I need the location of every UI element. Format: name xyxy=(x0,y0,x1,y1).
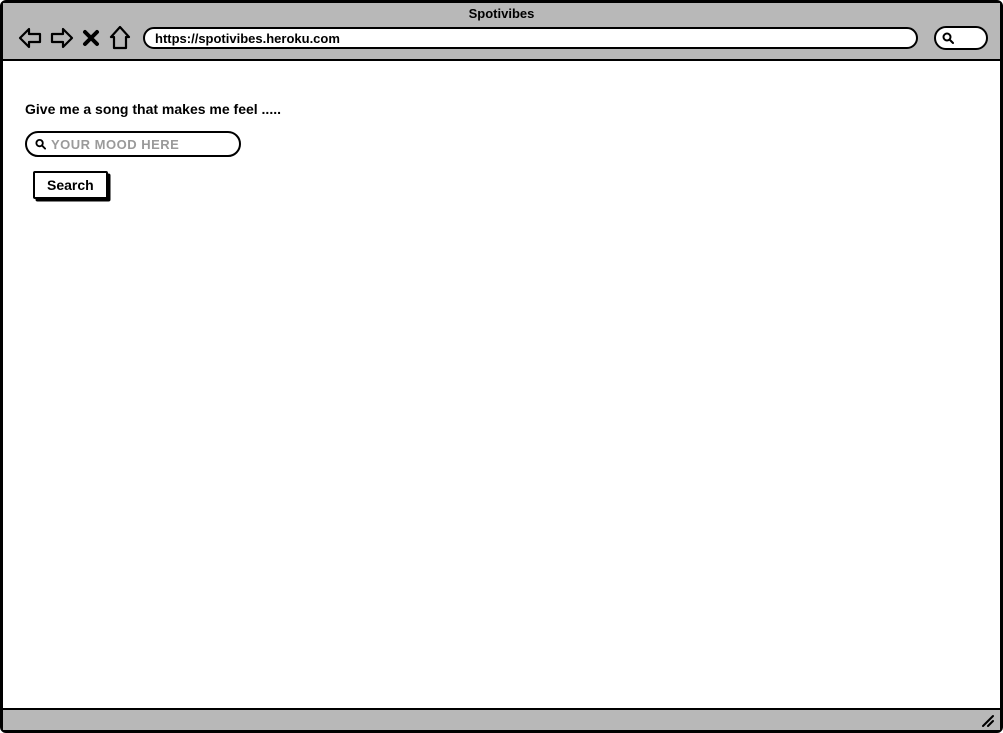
nav-bar xyxy=(3,21,1000,59)
search-icon xyxy=(35,138,46,150)
mood-input[interactable] xyxy=(51,137,231,152)
resize-grip-icon[interactable] xyxy=(980,713,994,727)
browser-window: Spotivibes xyxy=(0,0,1003,733)
back-button[interactable] xyxy=(17,25,43,51)
mood-input-container xyxy=(25,131,241,157)
page-content: Give me a song that makes me feel ..... … xyxy=(3,61,1000,708)
forward-button[interactable] xyxy=(49,25,75,51)
window-title: Spotivibes xyxy=(3,3,1000,21)
search-button[interactable]: Search xyxy=(33,171,108,199)
home-button[interactable] xyxy=(107,25,133,51)
browser-chrome: Spotivibes xyxy=(3,3,1000,61)
url-bar[interactable] xyxy=(143,27,918,49)
prompt-label: Give me a song that makes me feel ..... xyxy=(25,101,978,117)
status-bar xyxy=(3,708,1000,730)
stop-button[interactable] xyxy=(81,25,101,51)
search-icon xyxy=(942,32,954,44)
browser-search[interactable] xyxy=(934,26,988,50)
